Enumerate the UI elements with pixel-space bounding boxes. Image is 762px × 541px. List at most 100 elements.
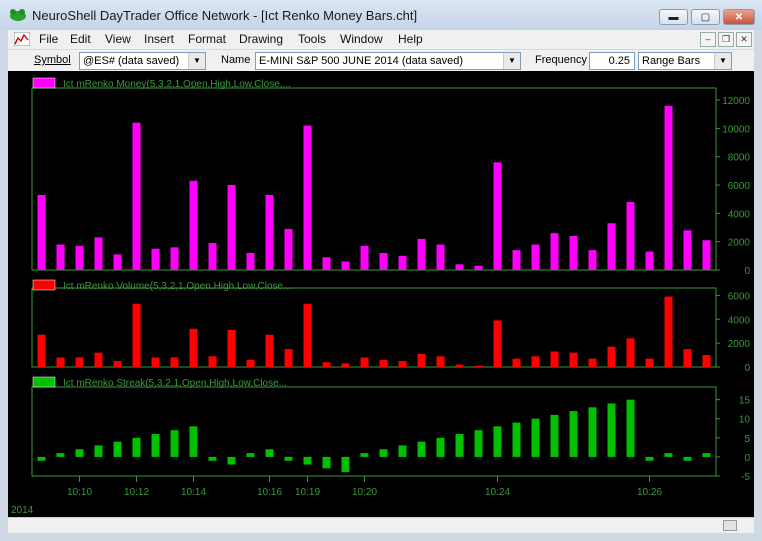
money-bar — [75, 245, 84, 270]
volume-bar — [398, 361, 407, 367]
streak-bar — [56, 453, 65, 457]
money-bar — [94, 237, 103, 270]
scrollbar-thumb[interactable] — [723, 520, 737, 531]
streak-bar — [322, 456, 331, 469]
menu-bar: File Edit View Insert Format Drawing Too… — [8, 30, 754, 49]
menu-help[interactable]: Help — [398, 32, 423, 46]
x-tick-label: 10:12 — [124, 487, 149, 498]
streak-bar — [588, 407, 597, 457]
streak-bar — [664, 453, 673, 457]
name-select[interactable]: E-MINI S&P 500 JUNE 2014 (data saved) ▼ — [255, 52, 521, 70]
chevron-down-icon[interactable]: ▼ — [503, 53, 520, 69]
streak-legend-text: Ict mRenko Streak(5,3,2,1,Open,High,Low,… — [63, 378, 287, 389]
streak-bar — [683, 456, 692, 461]
money-y-tick-label: 12000 — [722, 96, 750, 107]
streak-bar — [398, 445, 407, 457]
mdi-restore-button[interactable]: ❐ — [718, 32, 734, 47]
volume-y-tick-label: 0 — [744, 363, 750, 374]
money-bar — [322, 257, 331, 270]
money-bar — [360, 245, 369, 270]
money-bar — [303, 125, 312, 271]
name-label: Name — [221, 54, 251, 66]
streak-bar — [702, 453, 711, 457]
money-bar — [645, 251, 654, 270]
volume-bar — [284, 349, 293, 367]
streak-bar — [455, 434, 464, 457]
volume-bar — [379, 359, 388, 367]
volume-bar — [265, 334, 274, 367]
menu-view[interactable]: View — [105, 32, 131, 46]
streak-bar — [379, 449, 388, 457]
streak-y-tick-label: -5 — [741, 472, 750, 483]
document-icon[interactable] — [14, 32, 30, 46]
menu-file[interactable]: File — [39, 32, 58, 46]
close-button[interactable]: ✕ — [723, 9, 755, 25]
menu-window[interactable]: Window — [340, 32, 383, 46]
volume-bar — [189, 328, 198, 367]
chevron-down-icon[interactable]: ▼ — [188, 53, 205, 69]
bar-type-select[interactable]: Range Bars ▼ — [638, 52, 732, 70]
volume-bar — [493, 320, 502, 367]
horizontal-scrollbar[interactable] — [8, 517, 754, 534]
symbol-label: Symbol — [34, 54, 71, 66]
mdi-minimize-button[interactable]: – — [700, 32, 716, 47]
symbol-toolbar: Symbol @ES# (data saved) ▼ Name E-MINI S… — [8, 49, 754, 72]
money-legend-text: Ict mRenko Money(5,3,2,1,Open,High,Low,C… — [63, 79, 291, 90]
streak-bar — [284, 456, 293, 461]
volume-bar — [75, 357, 84, 367]
streak-bar — [94, 445, 103, 457]
streak-bar — [550, 414, 559, 457]
money-bar — [398, 255, 407, 270]
money-bar — [493, 162, 502, 270]
maximize-button[interactable]: ▢ — [691, 9, 720, 25]
money-bar — [227, 185, 236, 270]
streak-y-tick-label: 10 — [739, 415, 751, 426]
money-bar — [417, 238, 426, 270]
money-legend-swatch — [32, 77, 56, 89]
volume-bar — [588, 358, 597, 367]
streak-y-tick-label: 0 — [744, 453, 750, 464]
volume-bar — [455, 364, 464, 367]
volume-legend-swatch — [32, 279, 56, 291]
money-bar — [512, 250, 521, 270]
volume-bar — [417, 353, 426, 367]
money-bar — [284, 228, 293, 270]
volume-bar — [531, 356, 540, 367]
chart-area: Ict mRenko Money(5,3,2,1,Open,High,Low,C… — [8, 71, 754, 517]
menu-insert[interactable]: Insert — [144, 32, 174, 46]
streak-legend-swatch — [32, 376, 56, 388]
frequency-input[interactable]: 0.25 — [589, 52, 635, 70]
money-y-tick-label: 8000 — [728, 153, 751, 164]
window-title: NeuroShell DayTrader Office Network - [I… — [32, 8, 418, 23]
bar-type-value: Range Bars — [642, 55, 701, 67]
volume-bar — [607, 346, 616, 367]
x-tick-label: 10:26 — [637, 487, 662, 498]
chevron-down-icon[interactable]: ▼ — [714, 53, 731, 69]
volume-bar — [227, 330, 236, 367]
menu-drawing[interactable]: Drawing — [239, 32, 283, 46]
menu-edit[interactable]: Edit — [70, 32, 91, 46]
streak-bar — [607, 403, 616, 457]
volume-y-tick-label: 4000 — [728, 315, 751, 326]
volume-bar — [512, 358, 521, 367]
menu-format[interactable]: Format — [188, 32, 226, 46]
money-bar — [588, 250, 597, 270]
money-bar — [531, 244, 540, 270]
x-tick-label: 10:20 — [352, 487, 377, 498]
money-bar — [569, 236, 578, 270]
streak-bar — [531, 418, 540, 457]
volume-bar — [626, 338, 635, 367]
streak-bar — [493, 426, 502, 457]
volume-bar — [303, 303, 312, 367]
streak-bar — [474, 430, 483, 457]
money-bar — [474, 265, 483, 270]
money-bar — [341, 261, 350, 270]
minimize-button[interactable]: ▬ — [659, 9, 688, 25]
money-bar — [626, 202, 635, 270]
name-value: E-MINI S&P 500 JUNE 2014 (data saved) — [259, 55, 464, 67]
mdi-close-button[interactable]: ✕ — [736, 32, 752, 47]
symbol-select[interactable]: @ES# (data saved) ▼ — [79, 52, 206, 70]
menu-tools[interactable]: Tools — [298, 32, 326, 46]
volume-bar — [360, 357, 369, 367]
volume-legend-text: Ict mRenko Volume(5,3,2,1,Open,High,Low,… — [63, 281, 291, 292]
